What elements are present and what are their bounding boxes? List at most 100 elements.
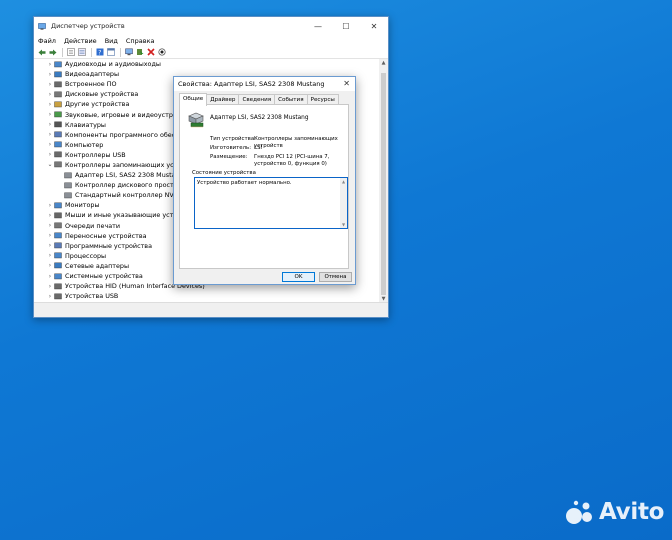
location-label: Размещение: [210,154,248,160]
forward-button[interactable] [48,48,57,57]
chevron-right-icon[interactable]: › [46,232,54,239]
chevron-right-icon[interactable]: › [46,242,54,249]
chevron-right-icon[interactable]: › [46,151,54,158]
device-category-icon [54,263,62,269]
toolbar-separator [62,47,63,57]
device-category-icon [54,61,62,67]
tree-category-item[interactable]: › Аудиовходы и аудиовыходы [34,59,379,69]
device-category-icon [54,252,62,259]
dialog-close-icon[interactable]: ✕ [343,79,350,88]
window-title: Диспетчер устройств [51,22,125,30]
ok-button[interactable]: OK [282,272,315,282]
status-scrollbar[interactable]: ▲ ▼ [340,178,347,228]
controller-icon [64,192,72,198]
chevron-right-icon[interactable]: › [46,71,54,78]
update-driver-button[interactable] [135,48,144,57]
general-tab-panel: Адаптер LSI, SAS2 2308 Mustang Тип устро… [179,104,349,269]
tab-general[interactable]: Общие [179,93,208,106]
chevron-down-icon[interactable]: ⌄ [46,161,54,168]
uninstall-device-button[interactable] [146,48,155,57]
chevron-right-icon[interactable]: › [46,252,54,259]
menu-help[interactable]: Справка [126,37,155,45]
maximize-button[interactable]: ☐ [332,17,360,35]
storage-controller-icon [188,112,204,128]
device-category-icon [54,141,62,148]
chevron-right-icon[interactable]: › [46,91,54,98]
tree-view-icon [66,48,75,56]
update-driver-icon [136,49,143,55]
device-category-icon [54,81,62,87]
device-type-label: Тип устройства: [210,136,256,142]
device-manager-icon [38,22,46,30]
chevron-right-icon[interactable]: › [46,131,54,138]
tree-category-item[interactable]: › Устройства USB [34,291,379,301]
toolbar-separator [120,47,121,57]
device-category-icon [54,222,62,229]
tree-item-label: Дисковые устройства [65,90,139,99]
status-scroll-up-icon[interactable]: ▲ [340,179,347,184]
properties-icon [106,48,115,56]
minimize-icon: — [314,21,322,31]
title-bar[interactable]: Диспетчер устройств — ☐ ✕ [34,17,388,35]
chevron-right-icon[interactable]: › [46,262,54,269]
menu-file[interactable]: Файл [38,37,56,45]
scroll-up-icon[interactable]: ▲ [379,60,388,66]
avito-watermark-text: Avito [599,499,665,525]
svg-text:?: ? [98,49,101,56]
chevron-right-icon[interactable]: › [46,273,54,280]
chevron-right-icon[interactable]: › [46,212,54,219]
device-category-icon [54,273,62,279]
tree-item-label: Системные устройства [65,272,143,281]
device-category-icon [54,232,62,239]
help-button[interactable]: ? [95,48,104,57]
tree-item-label: Клавиатуры [65,120,106,129]
device-category-icon [54,202,62,209]
download-circle-icon [157,48,166,56]
chevron-right-icon[interactable]: › [46,81,54,88]
status-scroll-down-icon[interactable]: ▼ [340,222,347,227]
scan-hardware-button[interactable] [124,48,133,57]
tree-item-label: Другие устройства [65,100,130,109]
device-category-icon [54,162,62,168]
tree-item-label: Устройства USB [65,292,119,301]
enable-device-button[interactable] [157,48,166,57]
chevron-right-icon[interactable]: › [46,202,54,209]
tree-view-button[interactable] [66,48,75,57]
back-button[interactable] [37,48,46,57]
device-category-icon [54,212,62,219]
toolbar-separator [91,47,92,57]
cancel-button[interactable]: Отмена [319,272,352,282]
dialog-title-bar[interactable]: Свойства: Адаптер LSI, SAS2 2308 Mustang… [174,77,355,91]
device-category-icon [54,101,62,108]
tree-scrollbar[interactable]: ▲ ▼ [379,59,388,303]
maximize-icon: ☐ [342,21,350,31]
tree-item-label: Видеоадаптеры [65,70,119,79]
chevron-right-icon[interactable]: › [46,283,54,290]
close-button[interactable]: ✕ [360,17,388,35]
tree-item-label: Переносные устройства [65,231,147,240]
tree-item-label: Сетевые адаптеры [65,261,130,270]
scrollbar-thumb[interactable] [381,73,386,295]
chevron-right-icon[interactable]: › [46,121,54,128]
chevron-right-icon[interactable]: › [46,293,54,300]
device-category-icon [54,151,62,158]
tree-item-label: Процессоры [65,251,107,260]
controller-icon [64,172,72,178]
tree-item-label: Мониторы [65,201,100,210]
minimize-button[interactable]: — [304,17,332,35]
chevron-right-icon[interactable]: › [46,61,54,68]
device-category-icon [54,71,62,77]
chevron-right-icon[interactable]: › [46,101,54,108]
properties-button[interactable] [106,48,115,57]
manufacturer-label: Изготовитель: [210,145,252,151]
menu-action[interactable]: Действие [64,37,97,45]
tree-item-label: Компьютер [65,140,104,149]
device-status-textbox[interactable]: Устройство работает нормально. ▲ ▼ [194,177,348,229]
dialog-tabs: Общие Драйвер Сведения События Ресурсы [179,93,339,106]
chevron-right-icon[interactable]: › [46,141,54,148]
menu-view[interactable]: Вид [105,37,118,45]
chevron-right-icon[interactable]: › [46,222,54,229]
device-status-label: Состояние устройства [192,170,256,176]
list-view-button[interactable] [77,48,86,57]
chevron-right-icon[interactable]: › [46,111,54,118]
